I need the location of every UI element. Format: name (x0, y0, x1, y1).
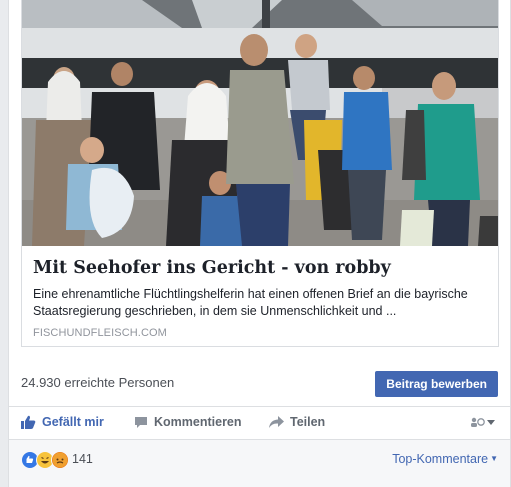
comment-sort-dropdown[interactable]: Top-Kommentare ▼ (392, 452, 498, 466)
link-preview-image[interactable] (22, 0, 498, 246)
share-label: Teilen (290, 415, 326, 429)
like-label: Gefällt mir (42, 415, 104, 429)
caret-down-icon: ▼ (490, 454, 498, 463)
thumbs-up-icon (21, 415, 36, 429)
insights-row: 24.930 erreichte Personen Beitrag bewerb… (9, 360, 510, 407)
reaction-count[interactable]: 141 (72, 452, 93, 466)
angry-reaction-icon (51, 451, 69, 469)
reaction-icons[interactable] (21, 451, 69, 469)
share-button[interactable]: Teilen (269, 415, 325, 429)
comment-sort-label: Top-Kommentare (392, 452, 489, 466)
link-description: Eine ehrenamtliche Flüchtlingshelferin h… (33, 287, 468, 318)
post: Mit Seehofer ins Gericht - von robby Ein… (8, 0, 511, 487)
link-domain: FISCHUNDFLEISCH.COM (33, 327, 167, 339)
link-preview-card[interactable]: Mit Seehofer ins Gericht - von robby Ein… (21, 0, 499, 347)
comment-icon (135, 416, 147, 428)
audience-selector-icon (471, 417, 495, 427)
share-icon (269, 416, 284, 428)
boost-post-button[interactable]: Beitrag bewerben (375, 371, 498, 397)
reach-count[interactable]: 24.930 erreichte Personen (21, 375, 174, 390)
comment-label: Kommentieren (154, 415, 242, 429)
like-button[interactable]: Gefällt mir (21, 415, 104, 429)
reactions-row: 141 Top-Kommentare ▼ (9, 440, 510, 487)
comment-button[interactable]: Kommentieren (134, 415, 242, 429)
link-title[interactable]: Mit Seehofer ins Gericht - von robby (33, 258, 488, 278)
action-bar: Gefällt mir Kommentieren Teilen (9, 407, 510, 440)
audience-selector[interactable] (470, 416, 496, 428)
